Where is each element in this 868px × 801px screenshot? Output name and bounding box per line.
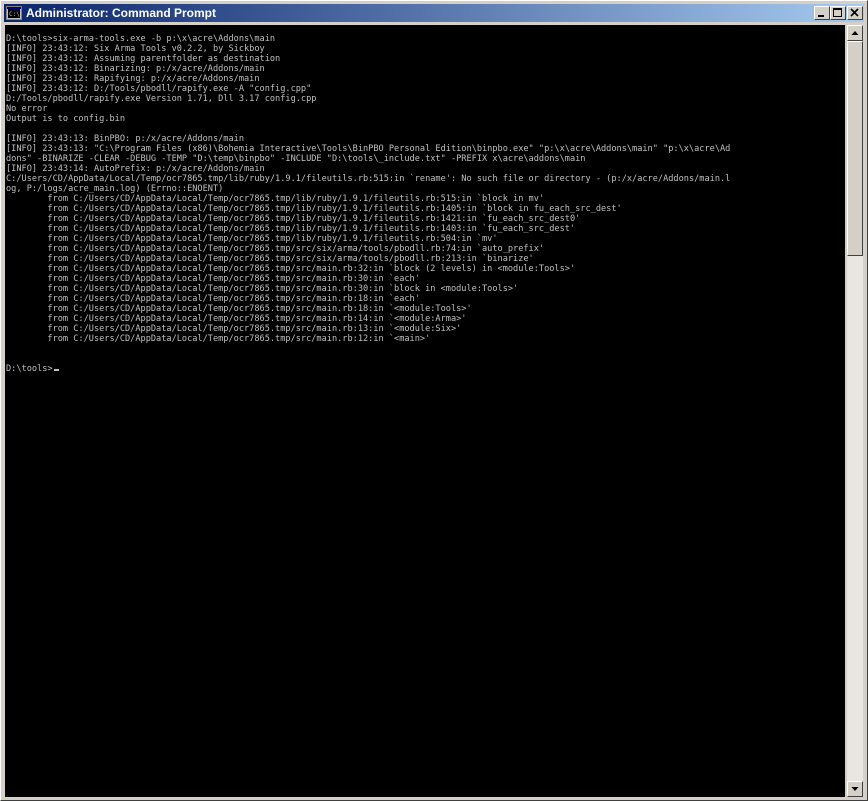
console-line: [INFO] 23:43:14: AutoPrefix: p:/x/acre/A… <box>6 164 265 174</box>
text-cursor <box>53 369 59 371</box>
console-line: from C:/Users/CD/AppData/Local/Temp/ocr7… <box>6 264 576 274</box>
console-line: from C:/Users/CD/AppData/Local/Temp/ocr7… <box>6 254 534 264</box>
title-bar[interactable]: C:\ Administrator: Command Prompt <box>4 4 864 22</box>
console-line: from C:/Users/CD/AppData/Local/Temp/ocr7… <box>6 274 420 284</box>
console-line: D:\tools> <box>6 364 59 374</box>
close-button[interactable] <box>847 6 863 20</box>
console-line: [INFO] 23:43:12: Six Arma Tools v0.2.2, … <box>6 44 265 54</box>
scroll-down-button[interactable] <box>847 781 863 797</box>
console-line: from C:/Users/CD/AppData/Local/Temp/ocr7… <box>6 244 545 254</box>
console-line: [INFO] 23:43:13: "C:\Program Files (x86)… <box>6 144 731 154</box>
console-line: from C:/Users/CD/AppData/Local/Temp/ocr7… <box>6 334 431 344</box>
console-line: Output is to config.bin <box>6 114 125 124</box>
console-line: from C:/Users/CD/AppData/Local/Temp/ocr7… <box>6 194 545 204</box>
console-line: [INFO] 23:43:12: D:/Tools/pbodll/rapify.… <box>6 84 312 94</box>
console-line: from C:/Users/CD/AppData/Local/Temp/ocr7… <box>6 294 420 304</box>
console-line: from C:/Users/CD/AppData/Local/Temp/ocr7… <box>6 224 576 234</box>
console-line: [INFO] 23:43:13: BinPBO: p:/x/acre/Addon… <box>6 134 244 144</box>
console-line: dons" -BINARIZE -CLEAR -DEBUG -TEMP "D:\… <box>6 154 586 164</box>
command-prompt-window: C:\ Administrator: Command Prompt D:\too… <box>0 0 868 801</box>
cmd-icon[interactable]: C:\ <box>6 5 22 21</box>
window-title: Administrator: Command Prompt <box>26 6 217 20</box>
scroll-up-arrow-icon <box>851 31 859 35</box>
scroll-up-button[interactable] <box>847 25 863 41</box>
console-line: C:/Users/CD/AppData/Local/Temp/ocr7865.t… <box>6 174 731 184</box>
console-line: from C:/Users/CD/AppData/Local/Temp/ocr7… <box>6 304 472 314</box>
svg-text:C:\: C:\ <box>9 11 20 18</box>
close-icon <box>850 8 859 17</box>
console-line: [INFO] 23:43:12: Assuming parentfolder a… <box>6 54 281 64</box>
scroll-thumb[interactable] <box>847 41 863 256</box>
console-line: from C:/Users/CD/AppData/Local/Temp/ocr7… <box>6 234 498 244</box>
console-line: [INFO] 23:43:12: Rapifying: p:/x/acre/Ad… <box>6 74 260 84</box>
console-line: og, P:/logs/acre_main.log) (Errno::ENOEN… <box>6 184 224 194</box>
console-line: [INFO] 23:43:12: Binarizing: p:/x/acre/A… <box>6 64 265 74</box>
console-line: from C:/Users/CD/AppData/Local/Temp/ocr7… <box>6 314 467 324</box>
minimize-button[interactable] <box>814 6 830 20</box>
maximize-icon <box>833 8 842 17</box>
maximize-button[interactable] <box>830 6 846 20</box>
console-line: from C:/Users/CD/AppData/Local/Temp/ocr7… <box>6 204 622 214</box>
scroll-down-arrow-icon <box>851 787 859 791</box>
console-line: from C:/Users/CD/AppData/Local/Temp/ocr7… <box>6 214 581 224</box>
console-line: D:/Tools/pbodll/rapify.exe Version 1.71,… <box>6 94 317 104</box>
vertical-scrollbar[interactable] <box>847 25 863 797</box>
console-line: No error <box>6 104 48 114</box>
console-line: D:\tools>six-arma-tools.exe -b p:\x\acre… <box>6 34 276 44</box>
minimize-icon <box>818 15 824 17</box>
console-line: from C:/Users/CD/AppData/Local/Temp/ocr7… <box>6 284 519 294</box>
console-line: from C:/Users/CD/AppData/Local/Temp/ocr7… <box>6 324 462 334</box>
console-output[interactable]: D:\tools>six-arma-tools.exe -b p:\x\acre… <box>5 25 845 797</box>
